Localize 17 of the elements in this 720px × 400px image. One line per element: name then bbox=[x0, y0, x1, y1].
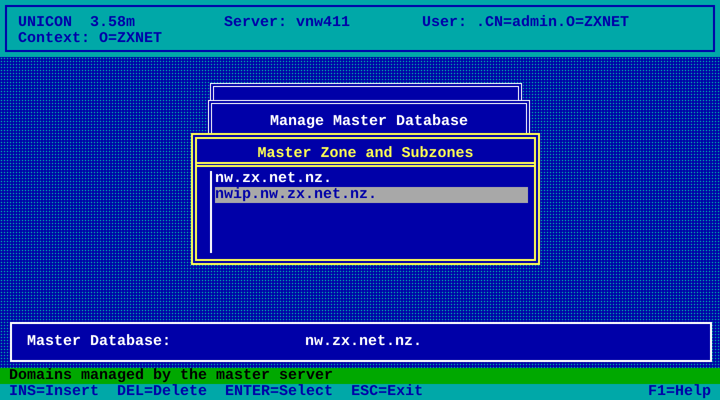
window-title: Manage Master Database bbox=[270, 113, 468, 130]
user-text: User: .CN=admin.O=ZXNET bbox=[422, 15, 630, 31]
context-text: Context: O=ZXNET bbox=[18, 31, 162, 47]
version-text: 3.58m bbox=[90, 15, 136, 31]
help-key[interactable]: F1=Help bbox=[648, 384, 711, 400]
field-value: nw.zx.net.nz. bbox=[305, 334, 422, 350]
key-hint[interactable]: ENTER=Select bbox=[225, 384, 334, 400]
list-item[interactable]: nw.zx.net.nz. bbox=[215, 171, 528, 187]
server-text: Server: vnw411 bbox=[224, 15, 352, 31]
app-name: UNICON bbox=[18, 15, 74, 31]
dialog-title: Master Zone and Subzones bbox=[257, 145, 474, 162]
zone-list[interactable]: nw.zx.net.nz. nwip.nw.zx.net.nz. bbox=[210, 171, 528, 253]
key-hint[interactable]: DEL=Delete bbox=[117, 384, 208, 400]
key-hint[interactable]: INS=Insert bbox=[9, 384, 100, 400]
field-label: Master Database: bbox=[27, 334, 172, 350]
list-item[interactable]: nwip.nw.zx.net.nz. bbox=[215, 187, 528, 203]
key-hint[interactable]: ESC=Exit bbox=[351, 384, 424, 400]
